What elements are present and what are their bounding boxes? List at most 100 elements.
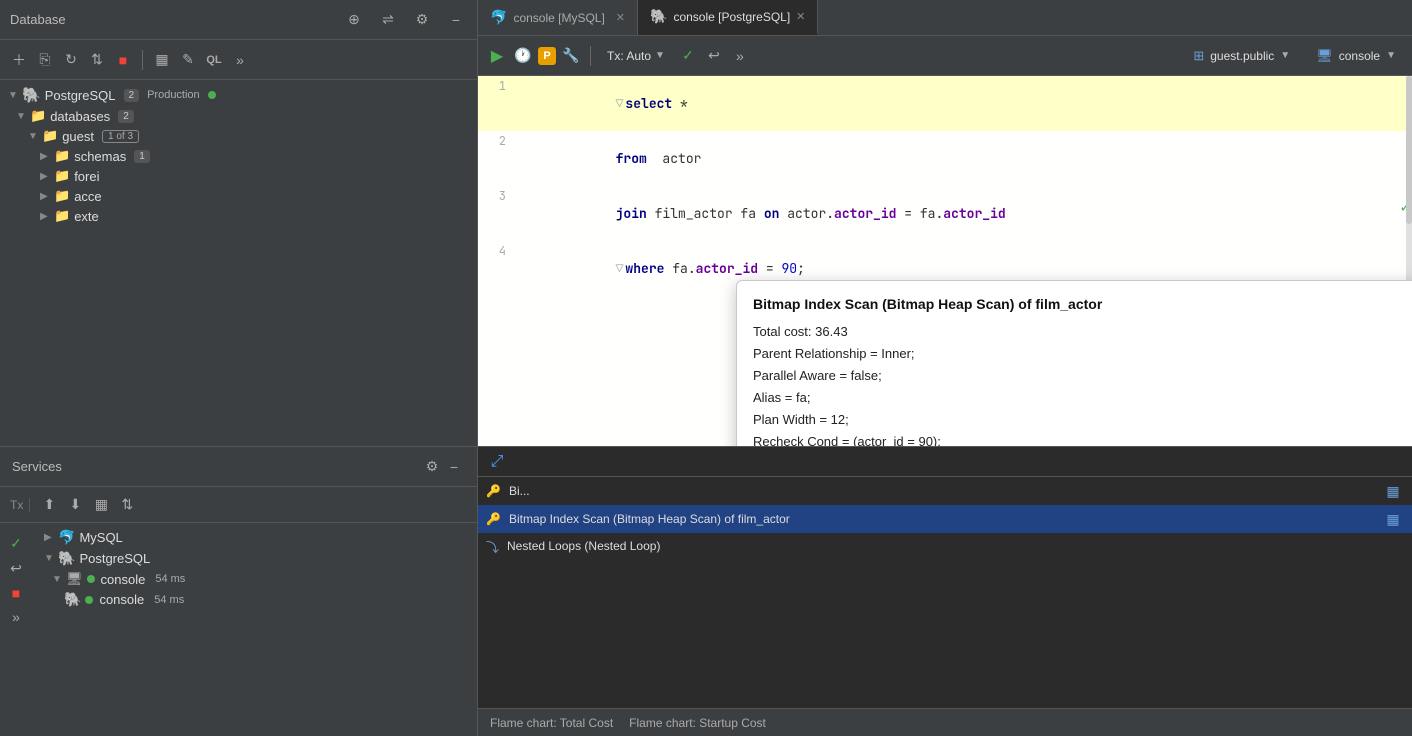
line-content-2[interactable]: from actor — [518, 131, 1412, 186]
fold-arrow-1[interactable]: ▽ — [616, 95, 624, 112]
services-minus-btn[interactable]: − — [443, 456, 465, 478]
add-btn[interactable]: ⊕ — [343, 9, 365, 31]
on-content: actor. — [779, 205, 834, 222]
sep1 — [142, 50, 143, 70]
tree-item-schemas[interactable]: ▶ 📁 schemas 1 — [0, 146, 477, 166]
more-btn[interactable]: » — [229, 49, 251, 71]
left-stop[interactable]: ■ — [5, 585, 27, 601]
tooltip-parallel: Parallel Aware = false; — [753, 365, 1412, 387]
left-check[interactable]: ✓ — [5, 535, 27, 552]
tree-arrow-guest: ▼ — [28, 131, 38, 142]
results-expand-btn[interactable]: ⤢ — [486, 451, 508, 473]
result-row-bitmap[interactable]: 🔑 Bitmap Index Scan (Bitmap Heap Scan) o… — [478, 505, 1412, 533]
more-sql-btn[interactable]: » — [729, 45, 751, 67]
tooltip-plan-width: Plan Width = 12; — [753, 409, 1412, 431]
mysql-icon-svc: 🐬 — [58, 529, 75, 546]
left-panel: Database ⊕ ⇌ ⚙ − ＋ ⎘ ↻ ⇅ ■ ▦ ✎ QL » — [0, 0, 478, 446]
sort-btn[interactable]: ⇅ — [116, 494, 138, 516]
fold-arrow-4[interactable]: ▽ — [616, 260, 624, 277]
services-item-console-child[interactable]: 🐘 console 54 ms — [36, 589, 477, 610]
app-root: Database ⊕ ⇌ ⚙ − ＋ ⎘ ↻ ⇅ ■ ▦ ✎ QL » — [0, 0, 1412, 736]
tab-postgresql[interactable]: 🐘 console [PostgreSQL] ✕ — [638, 0, 818, 35]
history-btn[interactable]: 🕐 — [512, 45, 534, 67]
result-label-nested: Nested Loops (Nested Loop) — [507, 539, 660, 553]
table-btn[interactable]: ▦ — [151, 49, 173, 71]
services-time-console: 54 ms — [155, 573, 185, 585]
line-num-2: 2 — [478, 131, 518, 149]
schema-selector[interactable]: ⊞ guest.public ▼ — [1185, 43, 1298, 69]
from-table: actor — [655, 150, 702, 167]
tx-toolbar-label: Tx — [4, 498, 30, 512]
line-content-1[interactable]: ▽select * — [518, 76, 1412, 131]
folder-icon-forei: 📁 — [54, 168, 70, 184]
minus-btn[interactable]: − — [445, 9, 467, 31]
flame-startup-label[interactable]: Flame chart: Startup Cost — [629, 716, 766, 730]
tooltip-total-cost: Total cost: 36.43 — [753, 321, 1412, 343]
services-item-postgresql[interactable]: ▼ 🐘 PostgreSQL — [36, 548, 477, 569]
kw-select: select — [625, 95, 672, 112]
editor-tabs: 🐬 console [MySQL] ✕ 🐘 console [PostgreSQ… — [478, 0, 1412, 36]
stop-btn[interactable]: ■ — [112, 49, 134, 71]
tree-item-forei[interactable]: ▶ 📁 forei — [0, 166, 477, 186]
grid-btn[interactable]: ▦ — [90, 494, 112, 516]
line-num-1: 1 — [478, 76, 518, 94]
wrench-btn[interactable]: 🔧 — [560, 45, 582, 67]
left-more[interactable]: » — [5, 609, 27, 625]
flame-total-label[interactable]: Flame chart: Total Cost — [490, 716, 613, 730]
profile-btn[interactable]: P — [538, 47, 556, 65]
result-table-btn2[interactable]: ▦ — [1382, 508, 1404, 530]
services-label-console-child: console — [99, 592, 144, 607]
refresh-btn[interactable]: ↻ — [60, 49, 82, 71]
result-table-btn[interactable]: ▦ — [1382, 480, 1404, 502]
split-btn[interactable]: ⇌ — [377, 9, 399, 31]
tree-item-acce[interactable]: ▶ 📁 acce — [0, 186, 477, 206]
session-label: console — [1339, 49, 1380, 63]
db-header-title: Database — [10, 12, 66, 27]
align-top-btn[interactable]: ⬆ — [38, 494, 60, 516]
line-content-3[interactable]: join film_actor fa on actor.actor_id = f… — [518, 186, 1412, 241]
tree-label-postgresql: PostgreSQL — [45, 88, 116, 103]
check-btn[interactable]: ✓ — [677, 45, 699, 67]
left-undo[interactable]: ↩ — [5, 560, 27, 577]
align-bottom-btn[interactable]: ⬇ — [64, 494, 86, 516]
join-content: film_actor fa — [647, 205, 764, 222]
tree-item-guest[interactable]: ▼ 📁 guest 1 of 3 — [0, 126, 477, 146]
services-item-mysql[interactable]: ▶ 🐬 MySQL — [36, 527, 477, 548]
scrollbar-thumb[interactable] — [1406, 76, 1412, 224]
tree-item-exte[interactable]: ▶ 📁 exte — [0, 206, 477, 226]
copy-btn[interactable]: ⎘ — [34, 49, 56, 71]
undo-btn[interactable]: ↩ — [703, 45, 725, 67]
nested-icon: ⤵ — [486, 537, 499, 556]
actor-id-1: actor_id — [834, 205, 896, 222]
services-header: Services ⚙ − — [0, 447, 477, 487]
tree-arrow-mysql: ▶ — [44, 532, 54, 543]
tree-item-databases[interactable]: ▼ 📁 databases 2 — [0, 106, 477, 126]
session-selector[interactable]: 🖥 console ▼ — [1308, 43, 1404, 69]
services-time-console-child: 54 ms — [154, 594, 184, 606]
tree-item-postgresql[interactable]: ▼ 🐘 PostgreSQL 2 Production — [0, 84, 477, 106]
tab-mysql[interactable]: 🐬 console [MySQL] ✕ — [478, 0, 638, 35]
filter-btn[interactable]: ⇅ — [86, 49, 108, 71]
tooltip-alias: Alias = fa; — [753, 387, 1412, 409]
services-item-console[interactable]: ▼ 🖥 console 54 ms — [36, 569, 477, 589]
edit-btn[interactable]: ✎ — [177, 49, 199, 71]
tab-close-mysql[interactable]: ✕ — [616, 11, 625, 24]
sql-btn[interactable]: QL — [203, 49, 225, 71]
num-90: 90 — [781, 260, 797, 277]
results-area: ⤢ 🔑 Bi... ▦ 🔑 Bitmap Index Scan (Bitmap … — [478, 447, 1412, 708]
services-gear-btn[interactable]: ⚙ — [421, 456, 443, 478]
tab-close-pg[interactable]: ✕ — [796, 10, 805, 23]
services-label-pg: PostgreSQL — [79, 551, 150, 566]
tx-dropdown[interactable]: Tx: Auto ▼ — [599, 49, 673, 63]
new-item-btn[interactable]: ＋ — [8, 49, 30, 71]
kw-where: where — [625, 260, 664, 277]
actor-id-3: actor_id — [696, 260, 758, 277]
gear-btn[interactable]: ⚙ — [411, 9, 433, 31]
console-icon: 🖥 — [66, 571, 83, 587]
result-row-bi[interactable]: 🔑 Bi... ▦ — [478, 477, 1412, 505]
sql-sep1 — [590, 46, 591, 66]
top-area: Database ⊕ ⇌ ⚙ − ＋ ⎘ ↻ ⇅ ■ ▦ ✎ QL » — [0, 0, 1412, 446]
sql-toolbar: ▶ 🕐 P 🔧 Tx: Auto ▼ ✓ ↩ » ⊞ guest.public … — [478, 36, 1412, 76]
result-row-nested[interactable]: ⤵ Nested Loops (Nested Loop) — [478, 533, 1412, 559]
run-btn[interactable]: ▶ — [486, 45, 508, 67]
